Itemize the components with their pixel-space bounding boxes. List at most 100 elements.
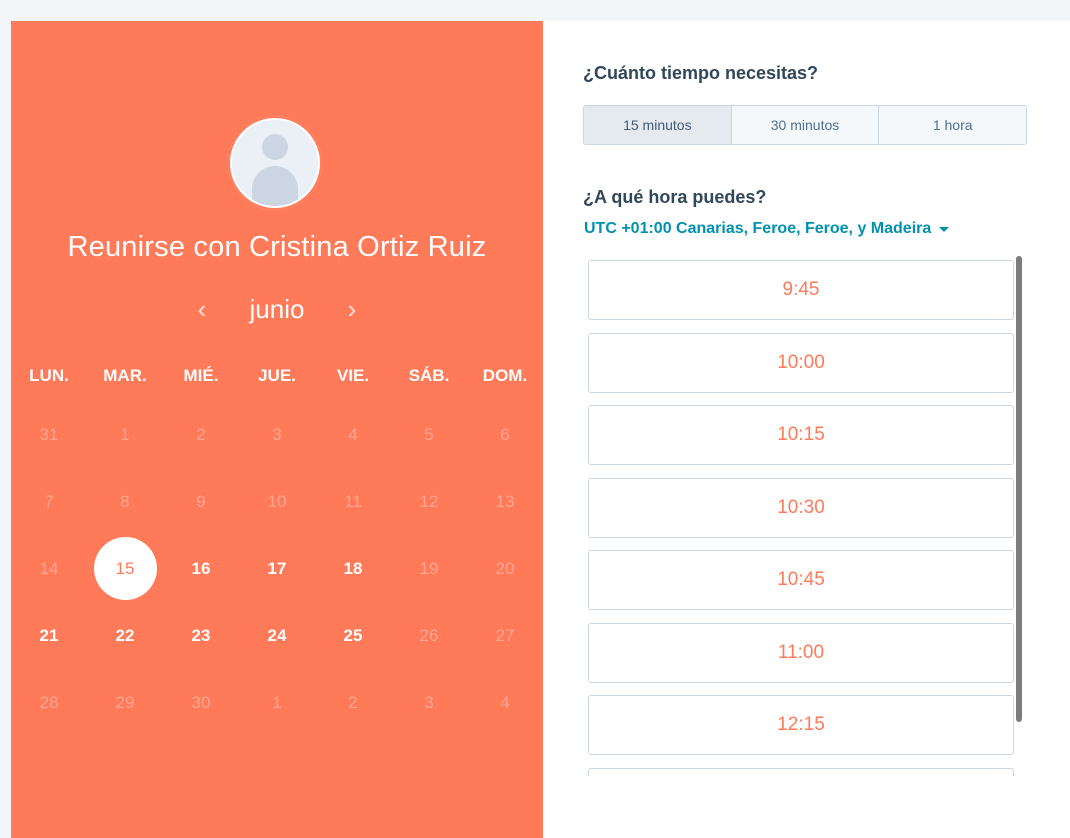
day-number: 9 [196,491,206,511]
weekday-label: MIÉ. [183,366,219,385]
weekday-label: MAR. [103,366,147,385]
day-number: 2 [348,692,358,712]
time-slot-button[interactable] [588,767,1014,776]
weekday-label: VIE. [336,366,370,385]
calendar-week: 31 1 2 3 4 5 6 [11,401,543,468]
day-number: 21 [39,625,59,645]
calendar-day: 9 [163,492,239,512]
day-number: 30 [191,692,211,712]
time-slot-button[interactable]: 9:45 [588,260,1014,320]
calendar-day[interactable]: 23 [163,626,239,646]
calendar-day: 26 [391,626,467,646]
calendar-day: 6 [467,425,543,445]
day-number: 29 [115,692,135,712]
calendar-day: 31 [11,425,87,445]
calendar-day: 4 [467,693,543,713]
calendar-day: 29 [87,693,163,713]
time-slot-button[interactable]: 11:00 [588,622,1014,683]
day-number: 14 [39,558,59,578]
day-number: 7 [44,491,54,511]
calendar-day-selected[interactable]: 15 [87,537,163,600]
day-number: 10 [267,491,287,511]
day-number: 6 [500,424,510,444]
day-number: 17 [267,558,287,578]
duration-option-button[interactable]: 1 hora [879,106,1026,144]
day-number: 27 [495,625,515,645]
timezone-dropdown[interactable]: UTC +01:00 Canarias, Feroe, Feroe, y Mad… [584,220,950,238]
calendar-day[interactable]: 24 [239,626,315,646]
calendar-day[interactable]: 25 [315,626,391,646]
calendar-week: 28 29 30 1 2 3 4 [11,669,543,736]
day-number: 16 [191,558,211,578]
duration-selector: 15 minutos 30 minutos 1 hora [583,105,1027,145]
day-number: 8 [120,491,130,511]
weekday-label: SÁB. [408,366,450,385]
avatar-body [252,166,298,206]
calendar-day[interactable]: 16 [163,559,239,579]
day-number: 13 [495,491,515,511]
chevron-right-icon[interactable]: › [337,289,367,329]
calendar-day[interactable]: 17 [239,559,315,579]
day-number: 2 [196,424,206,444]
time-question: ¿A qué hora puedes? [583,187,767,207]
calendar-week: 14 15 16 17 18 19 20 [11,535,543,602]
time-slot-list: 9:45 10:00 10:15 10:30 10:45 11:00 12:15 [588,260,1016,776]
weekday-label: DOM. [482,366,528,385]
duration-option-button[interactable]: 15 minutos [584,106,732,144]
calendar-week: 21 22 23 24 25 26 27 [11,602,543,669]
time-slot-button[interactable]: 10:15 [588,405,1014,465]
time-slot-button[interactable]: 10:30 [588,477,1014,538]
duration-question: ¿Cuánto tiempo necesitas? [583,63,819,83]
calendar-day: 14 [11,559,87,579]
day-number: 15 [93,537,157,600]
calendar-day[interactable]: 21 [11,626,87,646]
calendar-day: 3 [391,693,467,713]
day-number: 24 [267,625,287,645]
calendar-day: 1 [87,425,163,445]
default-user-icon [232,120,318,206]
meetings-widget: Reunirse con Cristina Ortiz Ruiz ‹ junio… [11,21,1070,838]
duration-option-button[interactable]: 30 minutos [732,106,880,144]
calendar-day: 13 [467,492,543,512]
calendar-day: 2 [315,693,391,713]
chevron-left-icon[interactable]: ‹ [187,289,217,329]
calendar-day: 7 [11,492,87,512]
calendar-day: 20 [467,559,543,579]
day-number: 28 [39,692,59,712]
calendar-day: 3 [239,425,315,445]
time-slot-button[interactable]: 10:45 [588,550,1014,610]
calendar-day[interactable]: 18 [315,559,391,579]
calendar-day: 10 [239,492,315,512]
weekday-header: LUN. MAR. MIÉ. JUE. VIE. SÁB. DOM. [11,351,543,401]
day-number: 23 [191,625,211,645]
day-number: 20 [495,558,515,578]
calendar-day: 11 [315,492,391,512]
avatar-head [262,134,288,160]
day-number: 31 [39,424,59,444]
calendar-day: 2 [163,425,239,445]
day-number: 19 [419,558,439,578]
calendar-week: 7 8 9 10 11 12 13 [11,468,543,535]
calendar-day: 8 [87,492,163,512]
time-selection-panel: ¿Cuánto tiempo necesitas? 15 minutos 30 m… [543,21,1070,838]
day-number: 3 [424,692,434,712]
day-number: 1 [272,692,282,712]
avatar [228,116,322,210]
calendar-day: 1 [239,693,315,713]
calendar-day: 28 [11,693,87,713]
page-title: Reunirse con Cristina Ortiz Ruiz [67,231,487,263]
calendar-day: 19 [391,559,467,579]
day-number: 12 [419,491,439,511]
scrollbar[interactable] [1016,256,1022,722]
month-label: junio [249,293,305,324]
weekday-label: LUN. [29,366,69,385]
time-slot-button[interactable]: 12:15 [588,695,1014,755]
caret-down-icon [939,226,950,232]
calendar-day: 5 [391,425,467,445]
time-slot-button[interactable]: 10:00 [588,332,1014,393]
day-number: 18 [343,558,363,578]
calendar-day: 30 [163,693,239,713]
day-number: 1 [120,424,130,444]
day-number: 22 [115,625,135,645]
calendar-day[interactable]: 22 [87,626,163,646]
